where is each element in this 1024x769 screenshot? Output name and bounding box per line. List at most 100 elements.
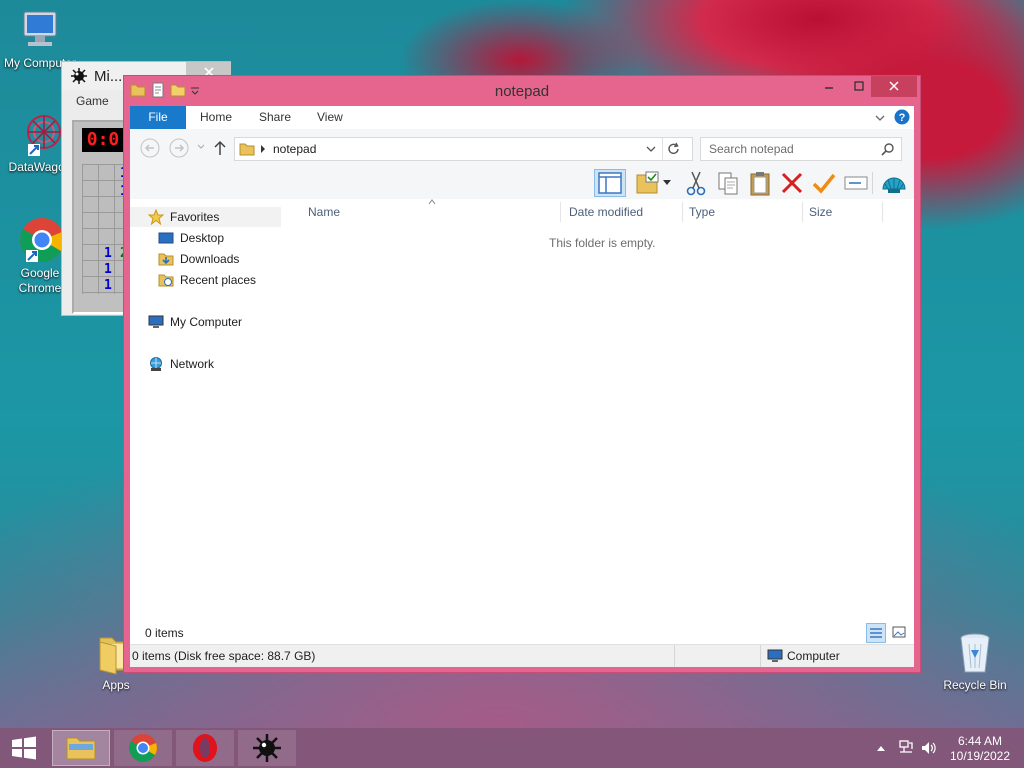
datawagon-icon [27, 115, 61, 156]
network-status-icon[interactable] [898, 739, 914, 757]
back-icon[interactable] [140, 138, 160, 158]
maximize-button[interactable] [844, 76, 874, 97]
show-hidden-icons-icon[interactable] [876, 744, 886, 752]
explorer-window[interactable]: notepad File Home Share View ? notepad S… [123, 75, 921, 673]
minesweeper-icon [71, 68, 87, 84]
desktop-icon-label: Recycle Bin [943, 678, 1007, 692]
desktop-icon-label: Apps [102, 678, 130, 692]
rename-button[interactable] [842, 169, 870, 197]
column-header-size[interactable]: Size [809, 202, 832, 222]
content-area: Favorites Desktop Downloads Recent place… [130, 199, 914, 644]
address-dropdown-icon[interactable] [645, 144, 657, 154]
column-separator[interactable] [682, 202, 683, 222]
nav-item-network[interactable]: Network [148, 354, 214, 374]
properties-button[interactable] [810, 169, 838, 197]
nav-item-label: Downloads [180, 252, 240, 266]
nav-item-my-computer[interactable]: My Computer [148, 312, 242, 332]
column-separator[interactable] [802, 202, 803, 222]
taskbar-file-explorer[interactable] [52, 730, 110, 766]
file-explorer-icon [66, 737, 96, 760]
clock[interactable]: 6:44 AM 10/19/2022 [940, 734, 1020, 764]
minesweeper-title: Mi... [94, 67, 123, 85]
expand-ribbon-icon[interactable] [874, 113, 886, 123]
column-separator[interactable] [560, 202, 561, 222]
volume-icon[interactable] [920, 739, 938, 757]
close-button[interactable] [871, 76, 917, 97]
nav-item-label: Desktop [180, 231, 225, 245]
large-icons-view-button[interactable] [890, 623, 910, 643]
preview-pane-button[interactable] [594, 169, 626, 197]
help-icon[interactable]: ? [894, 109, 910, 125]
opera-icon [193, 734, 217, 762]
shell-button[interactable] [880, 169, 908, 197]
address-path[interactable]: notepad [273, 142, 316, 156]
search-input[interactable]: Search notepad [709, 142, 794, 156]
desktop-icon-recycle-bin[interactable]: Recycle Bin [935, 630, 1015, 693]
chevron-down-icon[interactable] [662, 179, 672, 187]
details-view-icon [870, 628, 882, 638]
new-folder-button[interactable] [634, 169, 662, 197]
forward-icon[interactable] [169, 138, 189, 158]
chevron-right-icon[interactable] [259, 144, 267, 154]
address-bar[interactable]: notepad [234, 137, 693, 161]
scissors-icon [686, 171, 706, 196]
new-folder-icon [636, 171, 659, 194]
desktop: My Computer DataWagon Google Chrome Apps… [0, 0, 1024, 768]
mine-counter: 0:0 [82, 128, 124, 152]
tab-file[interactable]: File [130, 106, 186, 129]
column-header-type[interactable]: Type [689, 202, 715, 222]
minimize-button[interactable] [814, 76, 844, 97]
copy-icon [718, 172, 738, 195]
minesweeper-icon [253, 734, 281, 762]
clock-time: 6:44 AM [957, 734, 1003, 748]
shell-icon [882, 177, 906, 193]
taskbar-opera[interactable] [176, 730, 234, 766]
tab-view[interactable]: View [317, 106, 343, 129]
nav-item-label: Network [170, 357, 215, 371]
status-location: Computer [787, 649, 840, 663]
copy-button[interactable] [714, 169, 742, 197]
nav-item-recent-places[interactable]: Recent places [158, 270, 256, 290]
tab-home[interactable]: Home [200, 106, 232, 129]
checkmark-icon [812, 173, 836, 194]
paste-icon [750, 172, 770, 196]
nav-item-label: Recent places [180, 273, 257, 287]
mine-cell-number: 1 [104, 246, 112, 261]
status-free-space: 0 items (Disk free space: 88.7 GB) [132, 649, 316, 663]
file-list[interactable]: Name Date modified Type Size This folder… [290, 199, 914, 639]
delete-icon [781, 172, 803, 194]
nav-item-downloads[interactable]: Downloads [158, 249, 239, 269]
column-separator[interactable] [882, 202, 883, 222]
mine-cell-number: 1 [104, 278, 112, 293]
computer-icon [148, 315, 164, 328]
nav-item-favorites[interactable]: Favorites [130, 207, 281, 227]
folder-icon [239, 143, 255, 156]
column-header-name[interactable]: Name [308, 202, 340, 222]
column-header-date-modified[interactable]: Date modified [569, 202, 643, 222]
large-icons-view-icon [892, 626, 906, 638]
start-button[interactable] [4, 732, 44, 764]
taskbar-google-chrome[interactable] [114, 730, 172, 766]
search-box[interactable]: Search notepad [700, 137, 902, 161]
windows-logo-icon [12, 736, 36, 760]
command-toolbar [130, 167, 914, 199]
chrome-icon [20, 218, 64, 262]
search-icon[interactable] [881, 142, 895, 156]
explorer-titlebar[interactable]: notepad [124, 76, 920, 106]
nav-item-desktop[interactable]: Desktop [158, 228, 224, 248]
details-view-button[interactable] [866, 623, 886, 643]
up-arrow-icon[interactable] [212, 139, 228, 157]
refresh-icon[interactable] [667, 142, 681, 156]
tab-share[interactable]: Share [259, 106, 291, 129]
sort-ascending-icon [428, 199, 436, 205]
recent-locations-icon[interactable] [196, 143, 206, 151]
taskbar: 6:44 AM 10/19/2022 [0, 728, 1024, 768]
delete-button[interactable] [778, 169, 806, 197]
taskbar-minesweeper[interactable] [238, 730, 296, 766]
chrome-icon [129, 734, 157, 762]
computer-icon [767, 649, 783, 662]
clock-date: 10/19/2022 [949, 749, 1011, 763]
paste-button[interactable] [746, 169, 774, 197]
cut-button[interactable] [682, 169, 710, 197]
downloads-icon [158, 253, 174, 266]
